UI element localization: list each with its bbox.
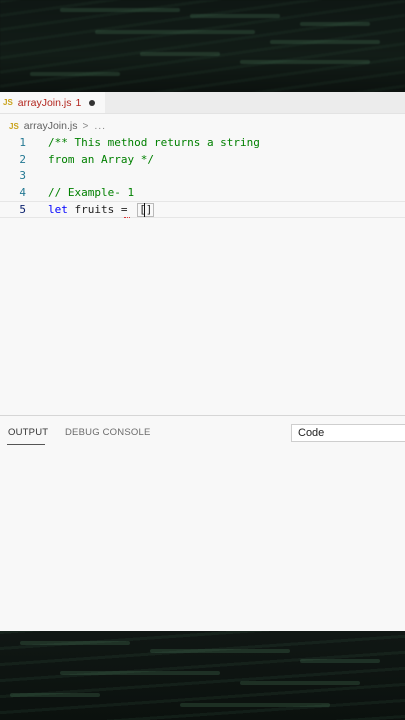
code-text: from an Array */ xyxy=(48,152,154,166)
tab-problem-count: 1 xyxy=(75,96,82,109)
line-number: 2 xyxy=(19,152,26,166)
javascript-file-icon: JS xyxy=(3,98,13,107)
active-tab-indicator xyxy=(7,444,45,445)
line-number: 4 xyxy=(19,185,26,199)
code-text: let fruits = [] xyxy=(48,202,155,219)
breadcrumb-more[interactable]: ... xyxy=(94,120,106,132)
code-editor-window: JS arrayJoin.js 1 JS arrayJoin.js > ... … xyxy=(0,92,405,631)
breadcrumb-file[interactable]: arrayJoin.js xyxy=(24,120,78,132)
output-channel-select[interactable]: Code xyxy=(291,424,405,442)
line-number: 3 xyxy=(19,169,26,182)
video-background-bottom xyxy=(0,631,405,720)
editor-tab-arrayjoin[interactable]: JS arrayJoin.js 1 xyxy=(0,92,105,113)
line-number: 5 xyxy=(19,203,26,216)
unsaved-dot-icon[interactable] xyxy=(89,99,96,106)
code-text: // Example- 1 xyxy=(48,185,135,199)
code-text: /** This method returns a string xyxy=(48,136,260,149)
tab-debug-console[interactable]: DEBUG CONSOLE xyxy=(65,427,150,438)
breadcrumb: JS arrayJoin.js > ... xyxy=(0,118,106,134)
code-line[interactable]: 1 /** This method returns a string xyxy=(0,135,405,152)
line-number: 1 xyxy=(19,136,26,149)
code-line[interactable]: 3 xyxy=(0,168,405,185)
video-background-top xyxy=(0,0,405,92)
tab-output[interactable]: OUTPUT xyxy=(8,427,48,438)
code-editor[interactable]: 1 /** This method returns a string 2 fro… xyxy=(0,135,405,435)
chevron-right-icon: > xyxy=(82,120,89,132)
javascript-file-icon: JS xyxy=(9,121,19,131)
code-line[interactable]: 4 // Example- 1 xyxy=(0,185,405,202)
panel-divider[interactable] xyxy=(0,415,405,416)
code-line-active[interactable]: 5 let fruits = [] xyxy=(0,201,405,218)
array-brackets: [] xyxy=(137,203,155,217)
text-cursor xyxy=(144,203,146,217)
error-squiggle xyxy=(124,215,130,218)
editor-tab-bar: JS arrayJoin.js 1 xyxy=(0,92,405,114)
keyword-let: let xyxy=(48,203,68,216)
tab-filename: arrayJoin.js xyxy=(17,96,72,109)
code-line[interactable]: 2 from an Array */ xyxy=(0,152,405,169)
